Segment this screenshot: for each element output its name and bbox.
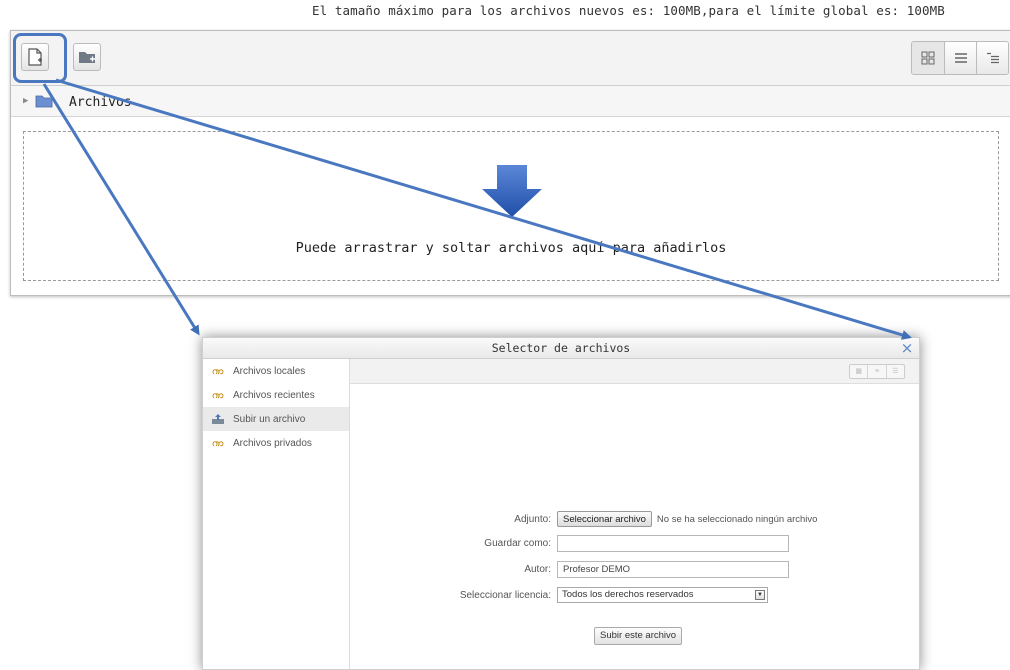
choose-file-button[interactable]: Seleccionar archivo bbox=[557, 511, 652, 527]
dropzone-text: Puede arrastrar y soltar archivos aquí p… bbox=[295, 240, 727, 256]
close-icon[interactable]: × bbox=[899, 339, 915, 357]
license-row: Seleccionar licencia: Todos los derechos… bbox=[350, 586, 768, 604]
drop-arrow-icon bbox=[482, 165, 542, 217]
file-manager: ▶ Archivos Puede arrastrar y soltar arch… bbox=[10, 30, 1010, 296]
repo-subir-un-archivo[interactable]: Subir un archivo bbox=[203, 407, 349, 431]
file-picker-dialog: Selector de archivos × ၮ Archivos locale… bbox=[202, 337, 920, 670]
repo-archivos-locales[interactable]: ၮ Archivos locales bbox=[203, 359, 349, 383]
dialog-toolbar: ▦ ≡ ☰ bbox=[350, 359, 919, 384]
moodle-icon: ၮ bbox=[212, 365, 224, 377]
dialog-header: Selector de archivos bbox=[203, 338, 919, 359]
view-switcher bbox=[911, 41, 1009, 75]
expand-triangle-icon[interactable]: ▶ bbox=[23, 96, 28, 106]
tree-view-button[interactable] bbox=[976, 42, 1008, 74]
tree-icon bbox=[986, 52, 999, 64]
dialog-view-switcher: ▦ ≡ ☰ bbox=[849, 364, 905, 379]
add-file-highlight bbox=[13, 33, 67, 83]
author-input[interactable]: Profesor DEMO bbox=[557, 560, 789, 578]
path-bar: ▶ Archivos bbox=[11, 86, 1010, 117]
max-size-text: El tamaño máximo para los archivos nuevo… bbox=[312, 3, 945, 18]
author-label: Autor: bbox=[524, 563, 551, 575]
no-file-text: No se ha seleccionado ningún archivo bbox=[656, 513, 818, 525]
icons-view-icon[interactable]: ▦ bbox=[850, 365, 867, 378]
license-value: Todos los derechos reservados bbox=[562, 589, 694, 600]
upload-file-button[interactable]: Subir este archivo bbox=[594, 627, 683, 645]
save-as-row: Guardar como: bbox=[350, 534, 789, 552]
upload-icon bbox=[211, 413, 225, 425]
repository-list: ၮ Archivos locales ၮ Archivos recientes … bbox=[203, 359, 350, 669]
repo-label: Archivos privados bbox=[233, 437, 312, 449]
repo-label: Archivos locales bbox=[233, 365, 306, 377]
file-manager-toolbar bbox=[11, 31, 1010, 86]
list-view-button[interactable] bbox=[944, 42, 976, 74]
license-label: Seleccionar licencia: bbox=[459, 589, 551, 601]
moodle-icon: ၮ bbox=[212, 389, 224, 401]
upload-form: Adjunto: Seleccionar archivo No se ha se… bbox=[350, 384, 919, 669]
repo-label: Subir un archivo bbox=[233, 413, 306, 425]
license-select[interactable]: Todos los derechos reservados ▼ bbox=[557, 587, 768, 603]
attachment-label: Adjunto: bbox=[514, 513, 551, 525]
create-folder-button[interactable] bbox=[73, 43, 101, 71]
attachment-row: Adjunto: Seleccionar archivo No se ha se… bbox=[350, 510, 817, 528]
list-icon bbox=[954, 53, 967, 63]
path-folder-label[interactable]: Archivos bbox=[69, 95, 132, 110]
dropdown-arrow-icon: ▼ bbox=[755, 590, 765, 600]
dialog-title: Selector de archivos bbox=[491, 341, 631, 355]
list-view-icon[interactable]: ≡ bbox=[867, 365, 885, 378]
folder-icon bbox=[35, 95, 53, 108]
dropzone[interactable]: Puede arrastrar y soltar archivos aquí p… bbox=[23, 131, 999, 281]
repo-label: Archivos recientes bbox=[233, 389, 315, 401]
save-as-label: Guardar como: bbox=[484, 537, 551, 549]
repo-archivos-privados[interactable]: ၮ Archivos privados bbox=[203, 431, 349, 455]
grid-icon bbox=[921, 51, 935, 65]
author-row: Autor: Profesor DEMO bbox=[350, 560, 789, 578]
moodle-icon: ၮ bbox=[212, 437, 224, 449]
tree-view-icon[interactable]: ☰ bbox=[885, 365, 904, 378]
icons-view-button[interactable] bbox=[912, 42, 944, 74]
save-as-input[interactable] bbox=[557, 534, 789, 552]
create-folder-icon bbox=[79, 52, 95, 63]
repo-archivos-recientes[interactable]: ၮ Archivos recientes bbox=[203, 383, 349, 407]
